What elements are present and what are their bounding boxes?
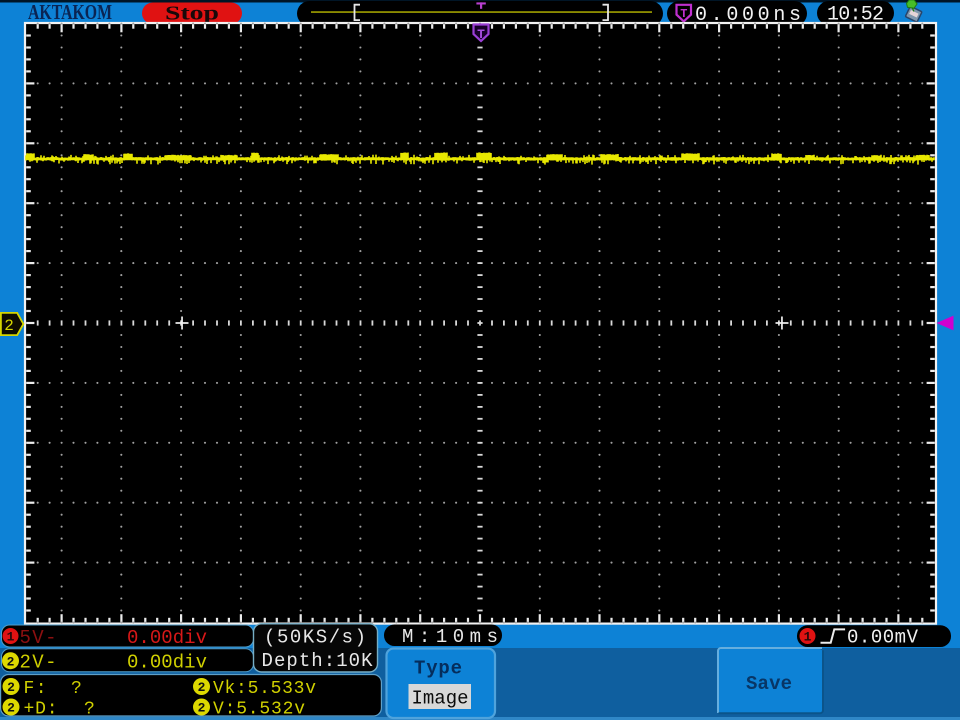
svg-text:Vk:5.533v: Vk:5.533v	[213, 679, 316, 699]
svg-text:2: 2	[7, 680, 15, 695]
svg-text:+D:: +D:	[24, 699, 58, 719]
svg-text:2: 2	[7, 654, 15, 669]
svg-text:(50KS/s): (50KS/s)	[264, 626, 366, 648]
svg-text:2: 2	[198, 680, 206, 695]
svg-text:V:5.532v: V:5.532v	[213, 699, 305, 719]
svg-text:AKTAKOM: AKTAKOM	[28, 0, 112, 24]
svg-text:Save: Save	[746, 673, 792, 695]
svg-text:F:: F:	[24, 679, 47, 699]
svg-text:?: ?	[84, 699, 95, 719]
svg-text:2: 2	[4, 317, 14, 335]
svg-text:T: T	[680, 7, 687, 21]
svg-text:2V-: 2V-	[20, 651, 57, 673]
svg-text:Image: Image	[412, 688, 469, 710]
svg-text:1: 1	[7, 630, 15, 645]
svg-text:0.00mV: 0.00mV	[847, 627, 919, 649]
svg-text:?: ?	[71, 679, 82, 699]
svg-text:Stop: Stop	[165, 3, 219, 25]
svg-text:Type: Type	[414, 658, 462, 680]
svg-text:0.00div: 0.00div	[127, 651, 207, 673]
svg-text:1: 1	[804, 630, 812, 645]
svg-text:2: 2	[198, 701, 206, 716]
svg-text:5V-: 5V-	[20, 627, 57, 649]
svg-text:T: T	[477, 27, 485, 42]
svg-text:0.00div: 0.00div	[127, 627, 207, 649]
svg-text:2: 2	[7, 701, 15, 716]
svg-text:Depth:10K: Depth:10K	[262, 650, 374, 672]
